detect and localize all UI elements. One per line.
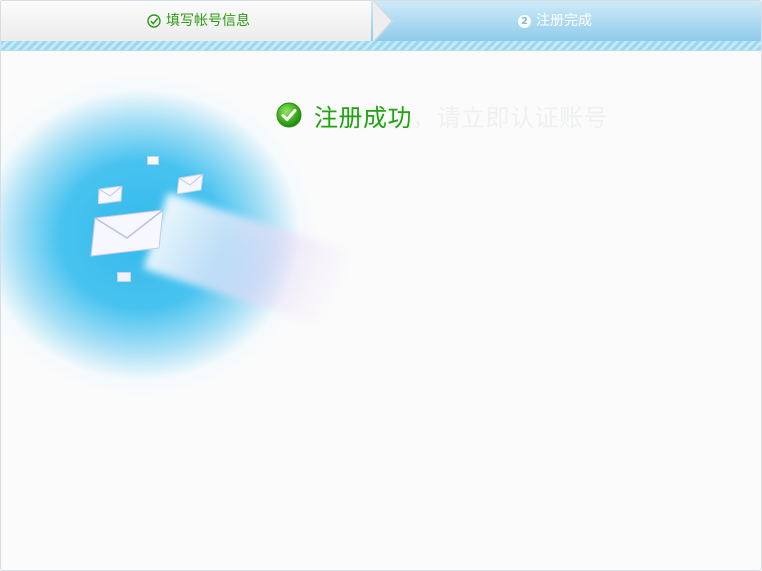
step-1-label-row: 填写帐号信息: [147, 1, 250, 41]
registration-panel: 填写帐号信息 2 注册完成 注册成功 ，请立即认证账号: [0, 0, 762, 571]
step-number-icon: 2: [518, 14, 531, 28]
step-progress-bar: 填写帐号信息 2 注册完成: [1, 1, 761, 41]
registration-success-heading: 注册成功 ，请立即认证账号: [276, 99, 608, 132]
step-1-text: 填写帐号信息: [166, 13, 250, 29]
tiny-envelope-icon-2: [117, 272, 131, 282]
step-fill-account-info: 填写帐号信息: [1, 1, 391, 41]
step-registration-complete: 2 注册完成: [371, 1, 761, 41]
check-circle-icon: [147, 14, 161, 28]
verify-account-prompt: ，请立即认证账号: [412, 103, 608, 132]
success-title: 注册成功: [314, 103, 412, 132]
envelope-icon: [90, 210, 164, 257]
small-envelope-icon-b: [98, 186, 123, 204]
step-2-text: 注册完成: [536, 13, 592, 29]
small-envelope-icon-a: [177, 174, 204, 194]
step-2-label-row: 2 注册完成: [518, 1, 592, 41]
step-divider-arrow: [373, 1, 393, 41]
tiny-envelope-icon: [147, 156, 159, 165]
success-check-icon: [276, 102, 302, 128]
